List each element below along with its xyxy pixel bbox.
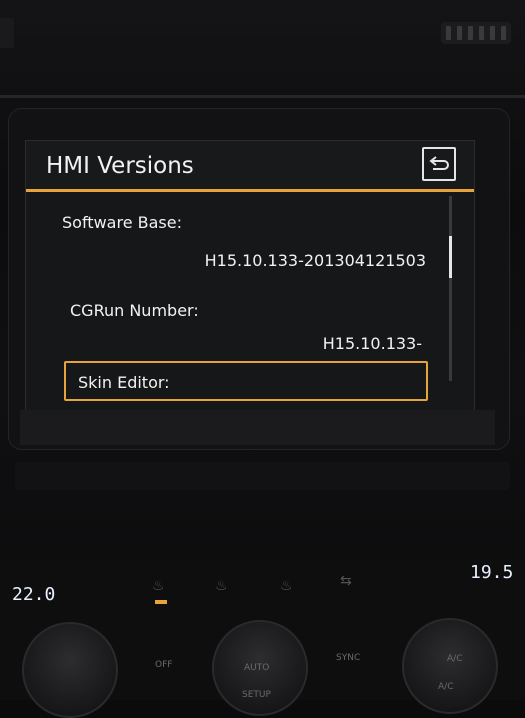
dash-trim-line bbox=[0, 95, 525, 98]
auto-button[interactable]: AUTO bbox=[244, 663, 269, 673]
screen-lower-trim bbox=[20, 410, 495, 445]
dash-lower-bar bbox=[15, 462, 510, 490]
left-temperature: 22.0 bbox=[12, 584, 56, 605]
back-arrow-icon bbox=[429, 156, 449, 170]
cgrun-number-label: CGRun Number: bbox=[70, 301, 199, 320]
vent-slat bbox=[457, 26, 462, 40]
skin-editor-label: Skin Editor: bbox=[78, 373, 170, 392]
seat-heat-right-icon[interactable]: ♨ bbox=[280, 578, 293, 594]
left-vent bbox=[0, 18, 14, 48]
back-button[interactable] bbox=[422, 147, 456, 181]
ac-max-button[interactable]: A/C bbox=[438, 682, 453, 692]
off-button[interactable]: OFF bbox=[155, 660, 172, 670]
right-vent bbox=[441, 22, 511, 44]
seat-heat-indicator bbox=[155, 600, 167, 604]
right-temperature: 19.5 bbox=[470, 562, 514, 583]
vent-slat bbox=[468, 26, 473, 40]
recirculation-icon[interactable]: ⇆ bbox=[340, 573, 352, 589]
vent-slat bbox=[479, 26, 484, 40]
software-base-label: Software Base: bbox=[62, 213, 182, 232]
skin-editor-row[interactable]: Skin Editor: bbox=[64, 361, 428, 401]
vent-slat bbox=[446, 26, 451, 40]
setup-button[interactable]: SETUP bbox=[242, 690, 271, 700]
seat-fan-left-icon[interactable]: ♨ bbox=[215, 578, 228, 594]
infotainment-screen: HMI Versions Software Base: H15.10.133-2… bbox=[25, 140, 475, 412]
screen-header: HMI Versions bbox=[26, 141, 474, 192]
scroll-thumb[interactable] bbox=[449, 236, 452, 278]
ac-button[interactable]: A/C bbox=[447, 654, 462, 664]
software-base-value: H15.10.133-201304121503 bbox=[204, 251, 426, 270]
vent-slat bbox=[490, 26, 495, 40]
sync-button[interactable]: SYNC bbox=[336, 653, 360, 663]
vent-slat bbox=[501, 26, 506, 40]
left-temp-knob[interactable] bbox=[22, 622, 118, 718]
cgrun-number-value: H15.10.133- bbox=[322, 334, 422, 353]
seat-heat-left-icon[interactable]: ♨ bbox=[152, 578, 165, 594]
scrollbar[interactable] bbox=[449, 196, 452, 381]
page-title: HMI Versions bbox=[46, 153, 194, 179]
